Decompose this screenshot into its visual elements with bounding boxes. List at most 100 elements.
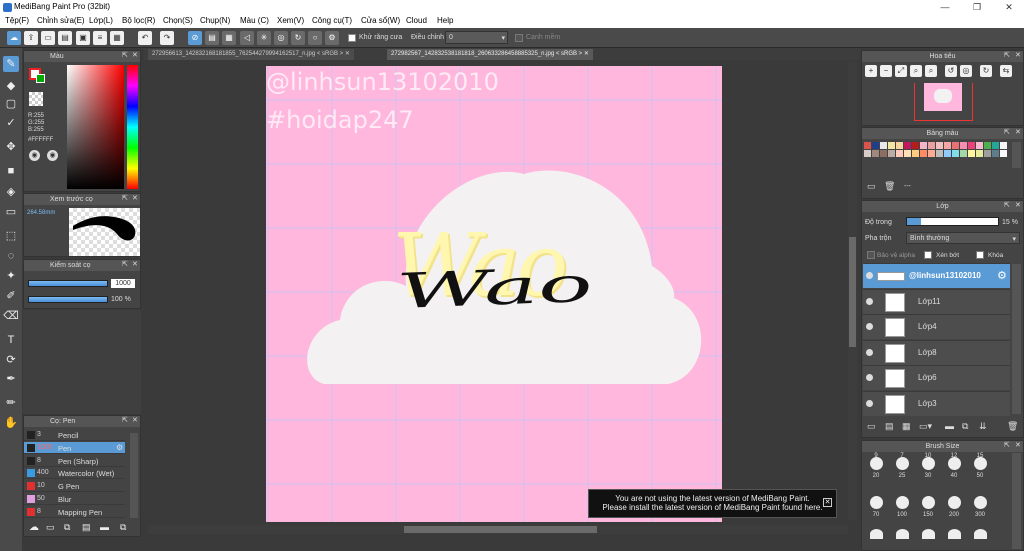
redo-icon[interactable]: ↷ bbox=[160, 31, 174, 45]
palette-swatch[interactable] bbox=[928, 142, 935, 149]
perspective-snap-icon[interactable]: ◁ bbox=[240, 31, 254, 45]
eraser-tool-icon[interactable]: ◆ bbox=[3, 78, 19, 94]
select-rect-tool-icon[interactable]: ▢ bbox=[3, 96, 19, 112]
palette-swatch[interactable] bbox=[904, 150, 911, 157]
palette-swatch[interactable] bbox=[992, 142, 999, 149]
layer-opacity-slider[interactable] bbox=[906, 217, 999, 226]
palette-swatch[interactable] bbox=[928, 150, 935, 157]
add-layer-dropdown-icon[interactable]: ▭▾ bbox=[919, 421, 932, 432]
palette-swatch[interactable] bbox=[968, 150, 975, 157]
menu-cloud[interactable]: Cloud bbox=[406, 16, 427, 25]
menu-filter[interactable]: Bộ lọc(R) bbox=[122, 16, 155, 25]
zoom-out-icon[interactable]: − bbox=[880, 65, 892, 77]
no-snap-icon[interactable]: ⊘ bbox=[188, 31, 202, 45]
update-notice[interactable]: You are not using the latest version of … bbox=[588, 489, 837, 518]
soft-edge-checkbox[interactable] bbox=[515, 34, 523, 42]
restore-button[interactable]: ❐ bbox=[962, 0, 992, 15]
gear-icon[interactable]: ⚙ bbox=[997, 269, 1007, 282]
brush-size-dot[interactable] bbox=[870, 457, 883, 470]
close-icon[interactable]: ✕ bbox=[823, 498, 832, 507]
brush-settings-icon[interactable]: ▤ bbox=[82, 522, 91, 533]
brush-list-item[interactable]: 1000 Pen ⚙ bbox=[24, 441, 125, 454]
palette-swatch[interactable] bbox=[960, 142, 967, 149]
brush-list-scrollbar[interactable] bbox=[130, 433, 138, 518]
palette-swatch[interactable] bbox=[896, 142, 903, 149]
tab-document-1[interactable]: 272956613_142832168181855_76254427999416… bbox=[148, 49, 354, 60]
tab-document-2[interactable]: 272982567_142832538181818_26063328645888… bbox=[387, 49, 593, 60]
visibility-icon[interactable] bbox=[866, 272, 873, 279]
pin-icon[interactable]: ⇱ bbox=[1004, 51, 1010, 59]
open-file-icon[interactable]: ▤ bbox=[58, 31, 72, 45]
brush-size-scrollbar[interactable] bbox=[1012, 453, 1021, 549]
ellipse-snap-icon[interactable]: ○ bbox=[308, 31, 322, 45]
palette-swatch[interactable] bbox=[952, 150, 959, 157]
canvas-vertical-scrollbar[interactable] bbox=[848, 62, 857, 520]
pin-icon[interactable]: ⇱ bbox=[122, 416, 128, 424]
actual-size-icon[interactable]: ⌕ bbox=[910, 65, 922, 77]
antialias-checkbox[interactable] bbox=[348, 34, 356, 42]
rotate-left-icon[interactable]: ↺ bbox=[945, 65, 957, 77]
palette-swatch[interactable] bbox=[888, 142, 895, 149]
menu-capture[interactable]: Chụp(N) bbox=[200, 16, 230, 25]
brush-list-item[interactable]: 3 Pencil bbox=[24, 429, 125, 441]
menu-select[interactable]: Chọn(S) bbox=[163, 16, 193, 25]
palette-swatch[interactable] bbox=[880, 142, 887, 149]
blend-mode-dropdown[interactable]: Bình thường ▾ bbox=[906, 232, 1020, 244]
zoom-icon[interactable]: ⌕ bbox=[925, 65, 937, 77]
protect-alpha-checkbox[interactable] bbox=[867, 251, 875, 259]
grid-snap-icon[interactable]: ▦ bbox=[222, 31, 236, 45]
select-eraser-tool-icon[interactable]: ⌫ bbox=[3, 308, 19, 324]
palette-swatch[interactable] bbox=[984, 150, 991, 157]
palette-swatch[interactable] bbox=[872, 142, 879, 149]
close-panel-icon[interactable]: ✕ bbox=[132, 51, 138, 59]
gear-icon[interactable]: ⚙ bbox=[116, 443, 123, 452]
layer-row[interactable]: Lớp11 bbox=[863, 288, 1010, 314]
brush-list-item[interactable]: 400 Watercolor (Wet) bbox=[24, 467, 125, 480]
rotate-reset-icon[interactable]: ◎ bbox=[960, 65, 972, 77]
flip-icon[interactable]: ⇆ bbox=[1000, 65, 1012, 77]
palette-swatch[interactable] bbox=[952, 142, 959, 149]
menu-help[interactable]: Help bbox=[437, 16, 453, 25]
lasso-tool-icon[interactable]: ◌ bbox=[3, 248, 19, 264]
brush-opacity-slider[interactable] bbox=[28, 296, 108, 303]
canvas[interactable]: @linhsun13102010 #hoidap247 Wao Wao bbox=[266, 66, 722, 522]
parallel-snap-icon[interactable]: ▤ bbox=[205, 31, 219, 45]
palette-swatch[interactable] bbox=[976, 150, 983, 157]
undo-icon[interactable]: ↶ bbox=[138, 31, 152, 45]
palette-swatch[interactable] bbox=[944, 150, 951, 157]
visibility-icon[interactable] bbox=[866, 323, 873, 331]
brush-tool-icon[interactable]: ✎ bbox=[3, 56, 19, 72]
menu-file[interactable]: Tệp(F) bbox=[5, 16, 29, 25]
brush-size-dot[interactable] bbox=[948, 496, 961, 509]
palette-swatch[interactable] bbox=[920, 142, 927, 149]
upload-icon[interactable]: ⇪ bbox=[24, 31, 38, 45]
visibility-icon[interactable] bbox=[866, 400, 873, 407]
delete-layer-icon[interactable]: 🗑 bbox=[1007, 421, 1018, 432]
palette-swatch[interactable] bbox=[912, 150, 919, 157]
close-panel-icon[interactable]: ✕ bbox=[1015, 441, 1021, 449]
saturation-value-picker[interactable] bbox=[67, 65, 124, 189]
brush-size-dot[interactable] bbox=[948, 457, 961, 470]
brush-list-item[interactable]: 50 Blur bbox=[24, 493, 125, 505]
brush-duplicate-icon[interactable]: ⧉ bbox=[120, 522, 126, 533]
brush-size-dot[interactable] bbox=[922, 496, 935, 509]
close-icon[interactable]: ✕ bbox=[345, 51, 350, 57]
horizontal-scroll-thumb[interactable] bbox=[404, 526, 597, 533]
add-8bit-layer-icon[interactable]: ▦ bbox=[902, 421, 911, 432]
duplicate-layer-icon[interactable]: ⧉ bbox=[962, 421, 968, 432]
menu-layer[interactable]: Lớp(L) bbox=[89, 16, 113, 25]
palette-swatch[interactable] bbox=[936, 142, 943, 149]
canvas-horizontal-scrollbar[interactable] bbox=[148, 525, 848, 534]
layer-row[interactable]: Lớp8 bbox=[863, 339, 1010, 365]
brush-size-dot[interactable] bbox=[948, 529, 961, 539]
palette-swatch[interactable] bbox=[984, 142, 991, 149]
brush-size-dot[interactable] bbox=[974, 457, 987, 470]
palette-swatch[interactable] bbox=[960, 150, 967, 157]
cloud-brush-icon[interactable]: ☁ bbox=[29, 522, 39, 533]
save-icon[interactable]: ▣ bbox=[76, 31, 90, 45]
move-tool-icon[interactable]: ✥ bbox=[3, 139, 19, 155]
pin-icon[interactable]: ⇱ bbox=[122, 194, 128, 202]
palette-swatch[interactable] bbox=[920, 150, 927, 157]
fit-icon[interactable]: ⤢ bbox=[895, 65, 907, 77]
select-pen-tool-icon[interactable]: ✐ bbox=[3, 288, 19, 304]
